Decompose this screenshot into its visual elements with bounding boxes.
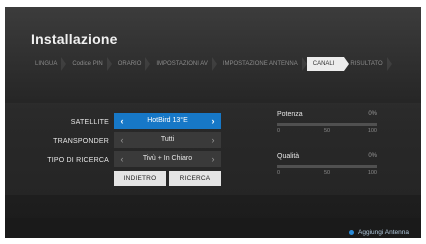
add-antenna-hint[interactable]: Aggiungi Antenna: [349, 229, 409, 236]
power-scale-mid: 50: [323, 128, 331, 134]
quality-scale-max: 100: [367, 170, 377, 176]
blue-dot-icon: [349, 230, 355, 235]
chevron-left-icon[interactable]: ‹: [116, 132, 128, 148]
transponder-value: Tutti: [160, 136, 175, 143]
power-meter: Potenza 0% 0 50 100: [277, 111, 377, 136]
satellite-selector[interactable]: ‹ HotBird 13°E ›: [114, 113, 221, 129]
search-type-value: Tivù + In Chiaro: [142, 155, 193, 162]
chevron-right-icon[interactable]: ›: [207, 132, 219, 148]
quality-scale-mid: 50: [323, 170, 331, 176]
power-label: Potenza: [277, 111, 303, 118]
quality-scale: 0 50 100: [277, 170, 377, 178]
action-buttons: INDIETRO RICERCA: [114, 171, 221, 186]
power-scale-max: 100: [367, 128, 377, 134]
add-antenna-label: Aggiungi Antenna: [358, 229, 409, 236]
chevron-right-icon[interactable]: ›: [207, 113, 219, 129]
step-impostazioni-av: IMPOSTAZIONI AV: [150, 57, 218, 71]
quality-meter: Qualità 0% 0 50 100: [277, 153, 377, 178]
quality-bar: [277, 165, 377, 168]
quality-percent: 0%: [368, 153, 377, 159]
back-button[interactable]: INDIETRO: [114, 171, 166, 186]
power-scale: 0 50 100: [277, 128, 377, 136]
page-title: Installazione: [31, 31, 118, 47]
transponder-label: TRANSPONDER: [53, 138, 109, 145]
chevron-right-icon[interactable]: ›: [207, 151, 219, 167]
step-impostazione-antenna: IMPOSTAZIONE ANTENNA: [217, 57, 307, 71]
power-scale-min: 0: [277, 128, 281, 134]
search-type-selector[interactable]: ‹ Tivù + In Chiaro ›: [114, 151, 221, 167]
satellite-label: SATELLITE: [70, 119, 109, 126]
step-lingua: LINGUA: [29, 57, 67, 71]
form-labels: SATELLITE TRANSPONDER TIPO DI RICERCA: [45, 113, 109, 170]
chevron-left-icon[interactable]: ‹: [116, 151, 128, 167]
installation-screen: Installazione LINGUA Codice PIN ORARIO I…: [5, 7, 421, 238]
step-risultato: RISULTATO: [344, 57, 392, 71]
search-button[interactable]: RICERCA: [169, 171, 221, 186]
step-orario: ORARIO: [112, 57, 151, 71]
satellite-value: HotBird 13°E: [147, 117, 188, 124]
search-type-label: TIPO DI RICERCA: [47, 157, 109, 164]
step-canali: CANALI: [306, 57, 350, 71]
chevron-left-icon[interactable]: ‹: [116, 113, 128, 129]
power-percent: 0%: [368, 111, 377, 117]
power-bar: [277, 123, 377, 126]
wizard-steps: LINGUA Codice PIN ORARIO IMPOSTAZIONI AV…: [29, 55, 409, 73]
quality-label: Qualità: [277, 153, 300, 160]
step-codice-pin: Codice PIN: [66, 57, 113, 71]
transponder-selector[interactable]: ‹ Tutti ›: [114, 132, 221, 148]
form-selectors: ‹ HotBird 13°E › ‹ Tutti › ‹ Tivù + In C…: [114, 113, 221, 170]
quality-scale-min: 0: [277, 170, 281, 176]
